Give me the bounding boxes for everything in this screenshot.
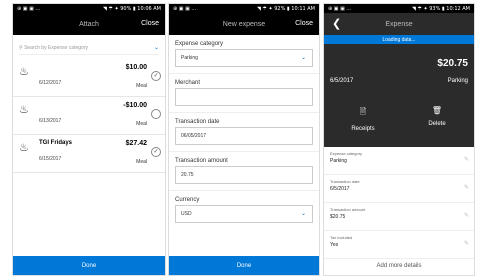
add-more-details-link[interactable]: Add more details — [324, 263, 474, 269]
check-circle-icon[interactable]: ✓ — [151, 71, 161, 81]
top-bar: New expense Close — [169, 13, 319, 35]
delete-button[interactable]: 🗑 Delete — [412, 106, 462, 127]
search-input[interactable]: ⚲ Search by Expense category ⌄ — [19, 41, 159, 55]
status-bar: ⊕ ▣ ▣ ... ◥ ☂ ✦ 92% ▮ 10:11 AM — [169, 4, 319, 13]
close-button[interactable]: Close — [295, 20, 313, 27]
status-left: ⊕ ▣ ▣ ... — [17, 5, 41, 12]
done-button[interactable]: Done — [13, 256, 165, 275]
expense-category: Meal — [136, 159, 147, 165]
pencil-icon[interactable]: ✎ — [464, 212, 469, 219]
page-title: New expense — [222, 20, 266, 28]
check-circle-icon[interactable]: ✓ — [151, 147, 161, 157]
expense-category: Meal — [136, 121, 147, 127]
meal-icon: ♨ — [19, 66, 29, 78]
detail-row[interactable]: Transaction amount $20.75 ✎ — [324, 203, 474, 231]
expense-item[interactable]: ♨ 6/13/2017 -$10.00 Meal — [13, 97, 165, 135]
meal-icon: ♨ — [19, 104, 29, 116]
chevron-down-icon: ⌄ — [300, 211, 306, 217]
expense-amount: $10.00 — [125, 64, 147, 71]
trash-icon: 🗑 — [431, 106, 443, 115]
amount-label: Transaction amount — [175, 158, 228, 164]
detail-label: Expense category — [330, 151, 363, 156]
currency-value: USD — [181, 211, 192, 217]
back-button[interactable]: ❮ — [332, 17, 341, 30]
receipts-button[interactable]: 🗎 Receipts — [338, 106, 388, 132]
expense-detail-screen: ⊕ ▣ ▣ ... ◥ ☂ ✦ 93% ▮ 10:12 AM ❮ Expense… — [323, 3, 475, 276]
amount-field[interactable]: 20.75 — [175, 166, 313, 184]
expense-summary: $20.75 6/5/2017 Parking 🗎 Receipts 🗑 Del… — [324, 44, 474, 147]
page-title: Expense — [385, 20, 413, 28]
expense-item[interactable]: ♨ TGI Fridays 6/15/2017 $27.42 Meal ✓ — [13, 135, 165, 173]
merchant-field[interactable] — [175, 88, 313, 106]
detail-row[interactable]: Tax included Yes ✎ — [324, 231, 474, 259]
currency-label: Currency — [175, 197, 200, 203]
status-right: ◥ ☂ ✦ 90% ▮ 10:06 AM — [102, 5, 161, 12]
category-select[interactable]: Parking ⌄ — [175, 49, 313, 67]
chevron-down-icon: ⌄ — [300, 55, 306, 61]
pencil-icon[interactable]: ✎ — [464, 156, 469, 163]
receipts-label: Receipts — [351, 126, 375, 132]
meal-icon: ♨ — [19, 142, 29, 154]
status-right: ◥ ☂ ✦ 92% ▮ 10:11 AM — [256, 5, 315, 12]
close-button[interactable]: Close — [141, 20, 159, 27]
expense-item[interactable]: ♨ 6/12/2017 $10.00 Meal ✓ — [13, 59, 165, 97]
summary-category: Parking — [447, 78, 468, 84]
status-bar: ⊕ ▣ ▣ ... ◥ ☂ ✦ 90% ▮ 10:06 AM — [13, 4, 165, 13]
status-left: ⊕ ▣ ▣ ... — [328, 5, 352, 12]
new-expense-screen: ⊕ ▣ ▣ ... ◥ ☂ ✦ 92% ▮ 10:11 AM New expen… — [168, 3, 320, 276]
divider — [169, 73, 319, 74]
detail-row[interactable]: Expense category Parking ✎ — [324, 147, 474, 175]
page-title: Attach — [79, 20, 99, 28]
status-bar: ⊕ ▣ ▣ ... ◥ ☂ ✦ 93% ▮ 10:12 AM — [324, 4, 474, 13]
divider — [169, 151, 319, 152]
pencil-icon[interactable]: ✎ — [464, 240, 469, 247]
empty-circle-icon[interactable] — [151, 109, 161, 119]
detail-value: 6/5/2017 — [330, 186, 350, 192]
search-placeholder: Search by Expense category — [24, 44, 88, 51]
expense-amount: -$10.00 — [123, 102, 147, 109]
divider — [169, 190, 319, 191]
expense-amount: $27.42 — [125, 140, 147, 147]
summary-date: 6/5/2017 — [330, 78, 354, 84]
detail-label: Transaction date — [330, 179, 360, 184]
expense-category: Meal — [136, 83, 147, 89]
category-value: Parking — [181, 55, 198, 61]
detail-row[interactable]: Transaction date 6/5/2017 ✎ — [324, 175, 474, 203]
status-right: ◥ ☂ ✦ 93% ▮ 10:12 AM — [411, 5, 470, 12]
chevron-down-icon[interactable]: ⌄ — [154, 44, 159, 51]
merchant-label: Merchant — [175, 80, 201, 86]
date-value: 06/05/2017 — [181, 133, 207, 139]
detail-label: Tax included — [330, 235, 353, 240]
top-bar: Attach Close — [13, 13, 165, 35]
amount-value: 20.75 — [181, 172, 194, 178]
detail-value: Parking — [330, 158, 347, 164]
currency-select[interactable]: USD ⌄ — [175, 205, 313, 223]
detail-value: Yes — [330, 242, 339, 248]
category-label: Expense category — [175, 41, 224, 47]
loading-banner: Loading data... — [324, 35, 474, 44]
delete-label: Delete — [428, 121, 446, 127]
date-field[interactable]: 06/05/2017 — [175, 127, 313, 145]
date-label: Transaction date — [175, 119, 220, 125]
detail-label: Transaction amount — [330, 207, 366, 212]
summary-amount: $20.75 — [437, 58, 468, 69]
pencil-icon[interactable]: ✎ — [464, 184, 469, 191]
detail-value: $20.75 — [330, 214, 346, 220]
divider — [169, 112, 319, 113]
done-button[interactable]: Done — [169, 256, 319, 275]
attach-screen: ⊕ ▣ ▣ ... ◥ ☂ ✦ 90% ▮ 10:06 AM Attach Cl… — [12, 3, 166, 276]
receipt-icon: 🗎 — [359, 107, 367, 116]
status-left: ⊕ ▣ ▣ ... — [173, 5, 197, 12]
top-bar: ❮ Expense — [324, 13, 474, 35]
